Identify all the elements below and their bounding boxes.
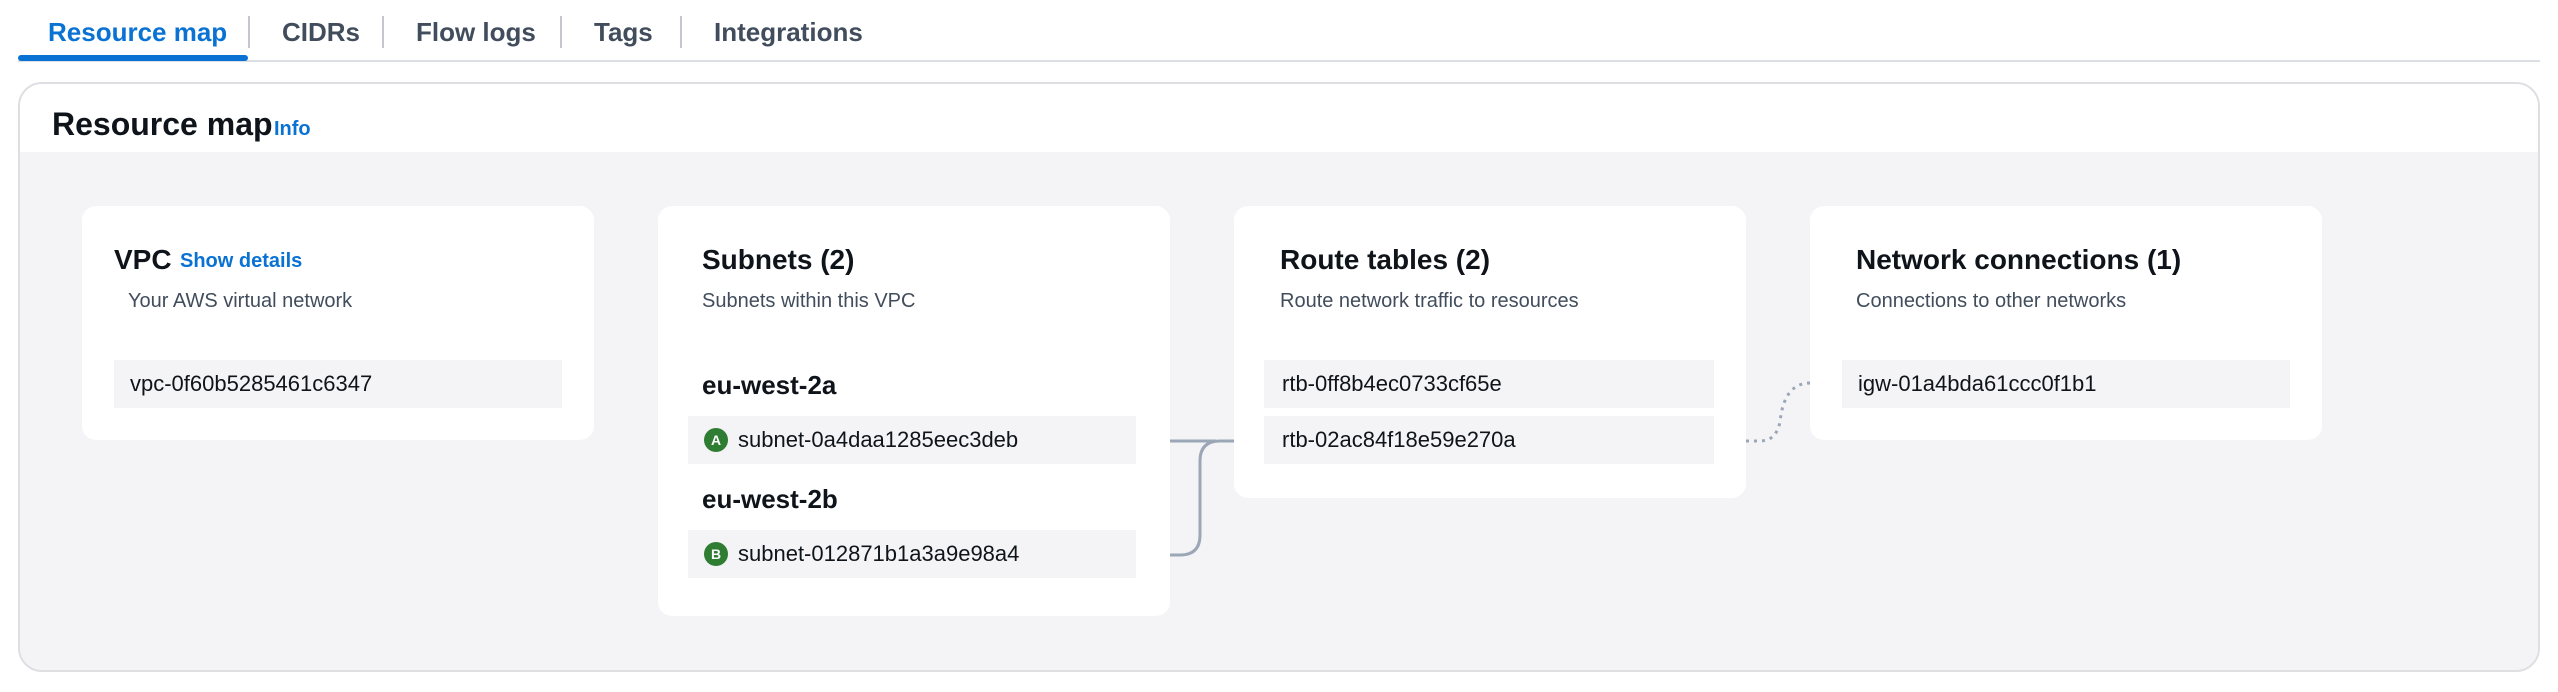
tab-divider bbox=[382, 16, 384, 48]
tab-divider bbox=[680, 16, 682, 48]
vpc-subtitle: Your AWS virtual network bbox=[128, 290, 353, 312]
resource-map-canvas: VPC Show details Your AWS virtual networ… bbox=[20, 152, 2538, 670]
tab-cidrs[interactable]: CIDRs bbox=[282, 0, 360, 62]
subnets-subtitle: Subnets within this VPC bbox=[702, 290, 916, 312]
tab-flow-logs[interactable]: Flow logs bbox=[416, 0, 536, 62]
network-connections-subtitle: Connections to other networks bbox=[1856, 290, 2127, 312]
tab-integrations[interactable]: Integrations bbox=[714, 0, 863, 62]
az-badge-icon: A bbox=[704, 428, 728, 452]
az-badge-icon: B bbox=[704, 542, 728, 566]
subnets-title: Subnets (2) bbox=[702, 244, 855, 275]
tab-divider bbox=[560, 16, 562, 48]
subnet-id: subnet-0a4daa1285eec3deb bbox=[738, 427, 1019, 452]
route-tables-card: Route tables (2) Route network traffic t… bbox=[1234, 206, 1746, 498]
subnets-card: Subnets (2) Subnets within this VPC eu-w… bbox=[658, 206, 1170, 616]
az-label: eu-west-2a bbox=[702, 370, 837, 400]
route-table-resource[interactable]: rtb-02ac84f18e59e270a bbox=[1264, 416, 1714, 464]
vpc-title: VPC bbox=[114, 244, 172, 275]
subnet-resource[interactable]: B subnet-012871b1a3a9e98a4 bbox=[688, 530, 1136, 578]
tab-divider bbox=[248, 16, 250, 48]
subnet-resource[interactable]: A subnet-0a4daa1285eec3deb bbox=[688, 416, 1136, 464]
route-tables-title: Route tables (2) bbox=[1280, 244, 1491, 275]
active-tab-indicator bbox=[18, 55, 248, 61]
tab-tags[interactable]: Tags bbox=[594, 0, 653, 62]
route-table-resource[interactable]: rtb-0ff8b4ec0733cf65e bbox=[1264, 360, 1714, 408]
az-label: eu-west-2b bbox=[702, 484, 838, 514]
network-connections-card: Network connections (1) Connections to o… bbox=[1810, 206, 2322, 440]
subnet-id: subnet-012871b1a3a9e98a4 bbox=[738, 541, 1020, 566]
info-link[interactable]: Info bbox=[274, 118, 311, 141]
internet-gateway-resource[interactable]: igw-01a4bda61ccc0f1b1 bbox=[1842, 360, 2290, 408]
show-details-link[interactable]: Show details bbox=[180, 250, 302, 273]
resource-map-container: Resource map Info VPC Show details Your … bbox=[18, 82, 2540, 672]
vpc-card: VPC Show details Your AWS virtual networ… bbox=[82, 206, 594, 440]
network-connections-title: Network connections (1) bbox=[1856, 244, 2182, 275]
container-header: Resource map Info bbox=[20, 84, 2538, 152]
tab-resource-map[interactable]: Resource map bbox=[48, 0, 227, 62]
vpc-resource[interactable]: vpc-0f60b5285461c6347 bbox=[114, 360, 562, 408]
section-title: Resource map bbox=[52, 106, 273, 142]
route-tables-subtitle: Route network traffic to resources bbox=[1280, 290, 1579, 312]
tab-bar: Resource map CIDRs Flow logs Tags Integr… bbox=[18, 0, 2540, 62]
